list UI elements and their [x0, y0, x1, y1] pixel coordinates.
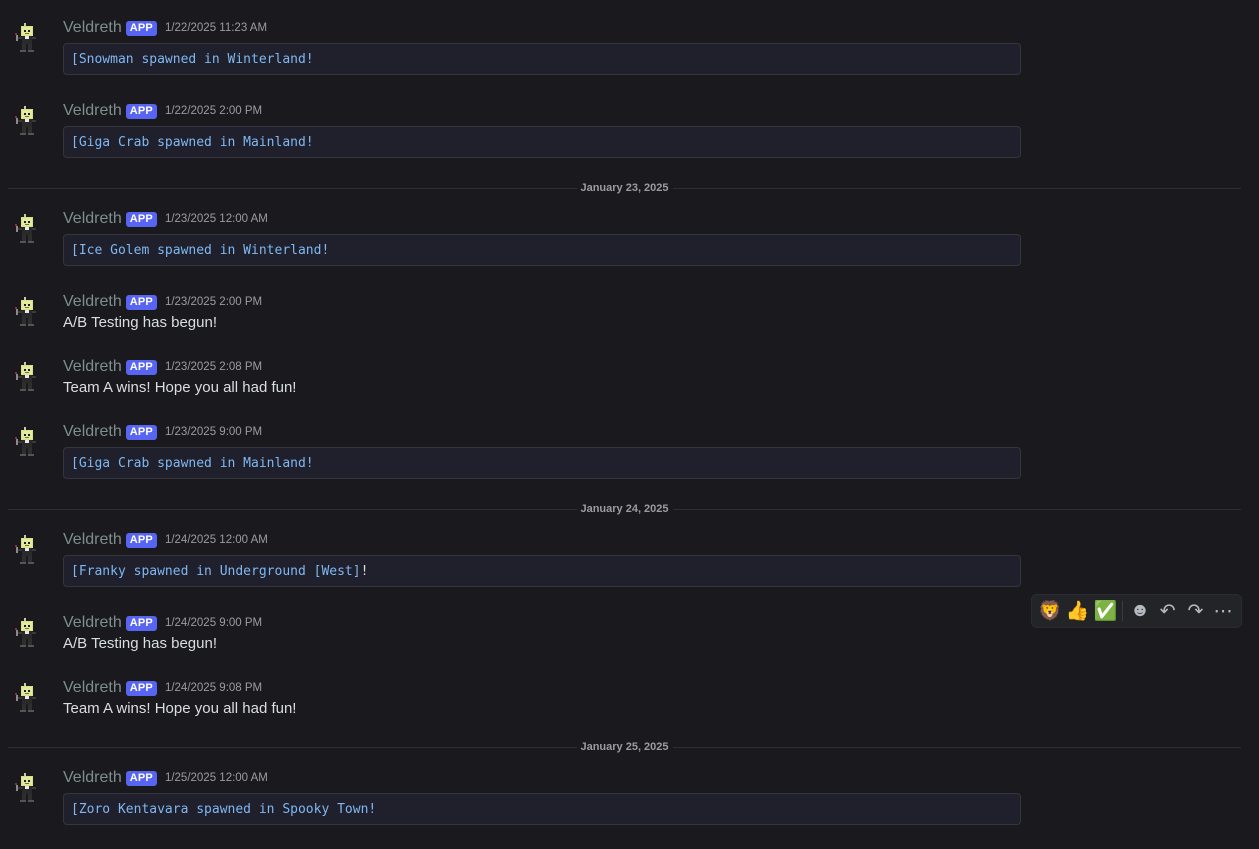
username[interactable]: Veldreth — [63, 423, 122, 441]
username[interactable]: Veldreth — [63, 102, 122, 120]
code-block: [Snowman spawned in Winterland! — [63, 43, 1021, 75]
reaction-lion[interactable]: 🦁 — [1036, 597, 1064, 625]
message: Veldreth APP 1/23/2025 2:00 PM A/B Testi… — [0, 292, 1259, 336]
date-divider-label: January 24, 2025 — [576, 502, 673, 516]
timestamp[interactable]: 1/23/2025 2:08 PM — [165, 361, 262, 373]
code-text: [Franky spawned in Underground [West] — [71, 563, 361, 579]
code-block: [Ice Golem spawned in Winterland! — [63, 234, 1021, 266]
code-text: [Ice Golem spawned in Winterland! — [71, 242, 330, 258]
timestamp[interactable]: 1/24/2025 12:00 AM — [165, 534, 268, 546]
date-divider: January 23, 2025 — [8, 181, 1241, 195]
timestamp[interactable]: 1/23/2025 12:00 AM — [165, 213, 268, 225]
app-tag: APP — [125, 615, 157, 631]
timestamp[interactable]: 1/23/2025 2:00 PM — [165, 296, 262, 308]
username[interactable]: Veldreth — [63, 358, 122, 376]
forward-icon[interactable]: ↷ — [1182, 597, 1210, 625]
username[interactable]: Veldreth — [63, 614, 122, 632]
avatar[interactable] — [10, 531, 46, 567]
app-tag: APP — [125, 294, 157, 310]
message-header: Veldreth APP 1/22/2025 11:23 AM — [63, 18, 267, 38]
timestamp[interactable]: 1/23/2025 9:00 PM — [165, 426, 262, 438]
avatar[interactable] — [10, 679, 46, 715]
app-tag: APP — [125, 211, 157, 227]
date-divider-label: January 23, 2025 — [576, 181, 673, 195]
username[interactable]: Veldreth — [63, 293, 122, 311]
app-tag: APP — [125, 680, 157, 696]
code-block: [Giga Crab spawned in Mainland! — [63, 126, 1021, 158]
reply-icon[interactable]: ↶ — [1154, 597, 1182, 625]
code-block: [Franky spawned in Underground [West]! — [63, 555, 1021, 587]
message: Veldreth APP 1/22/2025 2:00 PM [Giga Cra… — [0, 101, 1259, 163]
message-header: Veldreth APP 1/23/2025 9:00 PM — [63, 422, 262, 442]
avatar[interactable] — [10, 102, 46, 138]
avatar[interactable] — [10, 293, 46, 329]
app-tag: APP — [125, 103, 157, 119]
username[interactable]: Veldreth — [63, 679, 122, 697]
username[interactable]: Veldreth — [63, 769, 122, 787]
date-divider: January 25, 2025 — [8, 740, 1241, 754]
message-text: A/B Testing has begun! — [63, 635, 217, 652]
timestamp[interactable]: 1/22/2025 11:23 AM — [165, 22, 267, 34]
code-text: [Snowman spawned in Winterland! — [71, 51, 314, 67]
app-tag: APP — [125, 359, 157, 375]
avatar[interactable] — [10, 19, 46, 55]
message-header: Veldreth APP 1/24/2025 9:08 PM — [63, 678, 262, 698]
app-tag: APP — [125, 770, 157, 786]
reaction-thumbs-up[interactable]: 👍 — [1064, 597, 1092, 625]
add-reaction-icon[interactable]: ☻ — [1126, 597, 1154, 625]
message: Veldreth APP 1/22/2025 11:23 AM [Snowman… — [0, 18, 1259, 80]
timestamp[interactable]: 1/24/2025 9:08 PM — [165, 682, 262, 694]
message-header: Veldreth APP 1/22/2025 2:00 PM — [63, 101, 262, 121]
code-text: [Giga Crab spawned in Mainland! — [71, 134, 314, 150]
avatar[interactable] — [10, 210, 46, 246]
message: Veldreth APP 1/23/2025 2:08 PM Team A wi… — [0, 357, 1259, 401]
timestamp[interactable]: 1/22/2025 2:00 PM — [165, 105, 262, 117]
timestamp[interactable]: 1/24/2025 9:00 PM — [165, 617, 262, 629]
code-text: [Zoro Kentavara spawned in Spooky Town! — [71, 801, 377, 817]
username[interactable]: Veldreth — [63, 210, 122, 228]
message-text: A/B Testing has begun! — [63, 314, 217, 331]
message-header: Veldreth APP 1/23/2025 2:08 PM — [63, 357, 262, 377]
message: Veldreth APP 1/25/2025 12:00 AM [Zoro Ke… — [0, 768, 1259, 830]
app-tag: APP — [125, 424, 157, 440]
username[interactable]: Veldreth — [63, 19, 122, 37]
avatar[interactable] — [10, 769, 46, 805]
code-block: [Zoro Kentavara spawned in Spooky Town! — [63, 793, 1021, 825]
avatar[interactable] — [10, 614, 46, 650]
reaction-check-mark[interactable]: ✅ — [1091, 597, 1119, 625]
message-text: Team A wins! Hope you all had fun! — [63, 379, 297, 396]
message: Veldreth APP 1/24/2025 12:00 AM [Franky … — [0, 530, 1259, 592]
message: Veldreth APP 1/24/2025 9:08 PM Team A wi… — [0, 678, 1259, 722]
message-header: Veldreth APP 1/23/2025 12:00 AM — [63, 209, 268, 229]
message-text: Team A wins! Hope you all had fun! — [63, 700, 297, 717]
message: Veldreth APP 1/23/2025 12:00 AM [Ice Gol… — [0, 209, 1259, 271]
toolbar-separator — [1122, 601, 1124, 621]
code-block: [Giga Crab spawned in Mainland! — [63, 447, 1021, 479]
message-header: Veldreth APP 1/24/2025 9:00 PM — [63, 613, 262, 633]
message-action-toolbar: 🦁 👍 ✅ ☻ ↶ ↷ ⋯ — [1031, 594, 1242, 628]
message-header: Veldreth APP 1/25/2025 12:00 AM — [63, 768, 268, 788]
timestamp[interactable]: 1/25/2025 12:00 AM — [165, 772, 268, 784]
code-text: [Giga Crab spawned in Mainland! — [71, 455, 314, 471]
code-text-suffix: ! — [360, 563, 369, 579]
username[interactable]: Veldreth — [63, 531, 122, 549]
message-header: Veldreth APP 1/23/2025 2:00 PM — [63, 292, 262, 312]
more-options-icon[interactable]: ⋯ — [1209, 597, 1237, 625]
app-tag: APP — [125, 532, 157, 548]
message-feed: Veldreth APP 1/22/2025 11:23 AM [Snowman… — [0, 0, 1259, 849]
message-header: Veldreth APP 1/24/2025 12:00 AM — [63, 530, 268, 550]
avatar[interactable] — [10, 423, 46, 459]
app-tag: APP — [125, 20, 157, 36]
message: Veldreth APP 1/23/2025 9:00 PM [Giga Cra… — [0, 422, 1259, 484]
date-divider: January 24, 2025 — [8, 502, 1241, 516]
date-divider-label: January 25, 2025 — [576, 740, 673, 754]
avatar[interactable] — [10, 358, 46, 394]
